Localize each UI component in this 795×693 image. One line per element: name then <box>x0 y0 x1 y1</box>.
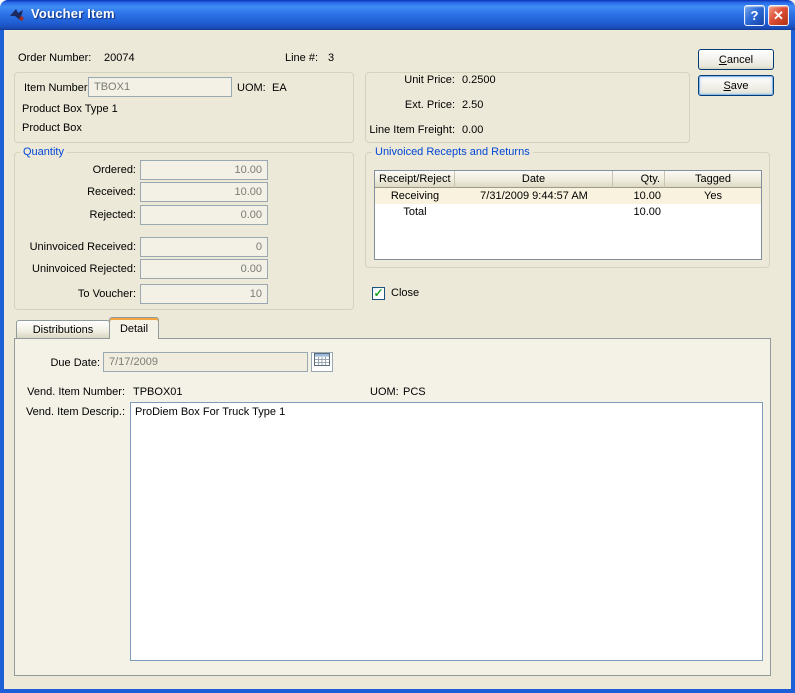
uninvoiced-rejected-label: Uninvoiced Rejected: <box>14 262 136 276</box>
cell-qty: 10.00 <box>613 204 665 220</box>
app-icon <box>9 7 25 23</box>
to-voucher-field[interactable]: 10 <box>140 284 268 304</box>
save-button[interactable]: Save <box>698 75 774 96</box>
order-number-label: Order Number: <box>18 51 91 65</box>
received-label: Received: <box>14 185 136 199</box>
vend-item-descrip-field[interactable]: ProDiem Box For Truck Type 1 <box>130 402 763 661</box>
cancel-button[interactable]: Cancel <box>698 49 774 70</box>
cell-date: 7/31/2009 9:44:57 AM <box>455 188 613 204</box>
unit-price-value: 0.2500 <box>462 73 496 87</box>
vend-item-descrip-label: Vend. Item Descrip.: <box>14 405 125 419</box>
rejected-label: Rejected: <box>14 208 136 222</box>
line-number-label: Line #: <box>285 51 318 65</box>
order-number-value: 20074 <box>104 51 135 65</box>
calendar-icon <box>314 353 330 371</box>
cell-tagged: Yes <box>665 188 761 204</box>
unit-price-label: Unit Price: <box>365 73 455 87</box>
titlebar[interactable]: Voucher Item ? ✕ <box>0 0 795 30</box>
cell-receipt-type: Receiving <box>375 188 455 204</box>
cell-tagged <box>665 204 761 220</box>
help-button[interactable]: ? <box>744 5 765 26</box>
due-date-label: Due Date: <box>14 356 100 370</box>
checkmark-icon: ✓ <box>373 287 383 299</box>
item-number-field[interactable]: TBOX1 <box>88 77 232 97</box>
close-checkbox[interactable]: ✓ <box>372 287 385 300</box>
ext-price-label: Ext. Price: <box>365 98 455 112</box>
vend-item-number-value: TPBOX01 <box>133 385 183 399</box>
header-qty[interactable]: Qty. <box>613 171 665 188</box>
item-number-label: Item Number: <box>24 81 91 95</box>
table-header-row: Receipt/Reject Date Qty. Tagged <box>375 171 761 188</box>
tab-distributions[interactable]: Distributions <box>16 320 110 338</box>
header-date[interactable]: Date <box>455 171 613 188</box>
cell-date <box>455 204 613 220</box>
line-item-freight-label: Line Item Freight: <box>365 123 455 137</box>
to-voucher-label: To Voucher: <box>14 287 136 301</box>
receipts-table: Receipt/Reject Date Qty. Tagged Receivin… <box>374 170 762 260</box>
due-date-field[interactable]: 7/17/2009 <box>103 352 308 372</box>
line-item-freight-value: 0.00 <box>462 123 483 137</box>
dialog-body: Order Number: 20074 Line #: 3 Cancel Sav… <box>4 30 791 689</box>
calendar-button[interactable] <box>311 352 333 372</box>
detail-uom-value: PCS <box>403 385 426 399</box>
received-field[interactable]: 10.00 <box>140 182 268 202</box>
tab-detail[interactable]: Detail <box>109 317 159 339</box>
header-receipt-reject[interactable]: Receipt/Reject <box>375 171 455 188</box>
voucher-item-window: Voucher Item ? ✕ Order Number: 20074 Lin… <box>0 0 795 693</box>
header-tagged[interactable]: Tagged <box>665 171 761 188</box>
close-checkbox-label: Close <box>391 286 419 300</box>
detail-uom-label: UOM: <box>370 385 399 399</box>
table-row[interactable]: Total 10.00 <box>375 204 761 220</box>
item-uom-label: UOM: <box>237 81 266 95</box>
receipts-group-label: Univoiced Recepts and Returns <box>372 146 533 159</box>
uninvoiced-received-label: Uninvoiced Received: <box>14 240 136 254</box>
ext-price-value: 2.50 <box>462 98 483 112</box>
close-button[interactable]: ✕ <box>768 5 789 26</box>
ordered-field[interactable]: 10.00 <box>140 160 268 180</box>
product-description-2: Product Box <box>22 121 82 135</box>
item-uom-value: EA <box>272 81 287 95</box>
quantity-group-label: Quantity <box>20 146 67 159</box>
vend-item-number-label: Vend. Item Number: <box>14 385 125 399</box>
rejected-field[interactable]: 0.00 <box>140 205 268 225</box>
uninvoiced-received-field[interactable]: 0 <box>140 237 268 257</box>
window-title: Voucher Item <box>31 6 115 21</box>
uninvoiced-rejected-field[interactable]: 0.00 <box>140 259 268 279</box>
product-description-1: Product Box Type 1 <box>22 102 118 116</box>
ordered-label: Ordered: <box>14 163 136 177</box>
cell-receipt-type: Total <box>375 204 455 220</box>
line-number-value: 3 <box>328 51 334 65</box>
table-row[interactable]: Receiving 7/31/2009 9:44:57 AM 10.00 Yes <box>375 188 761 204</box>
cell-qty: 10.00 <box>613 188 665 204</box>
